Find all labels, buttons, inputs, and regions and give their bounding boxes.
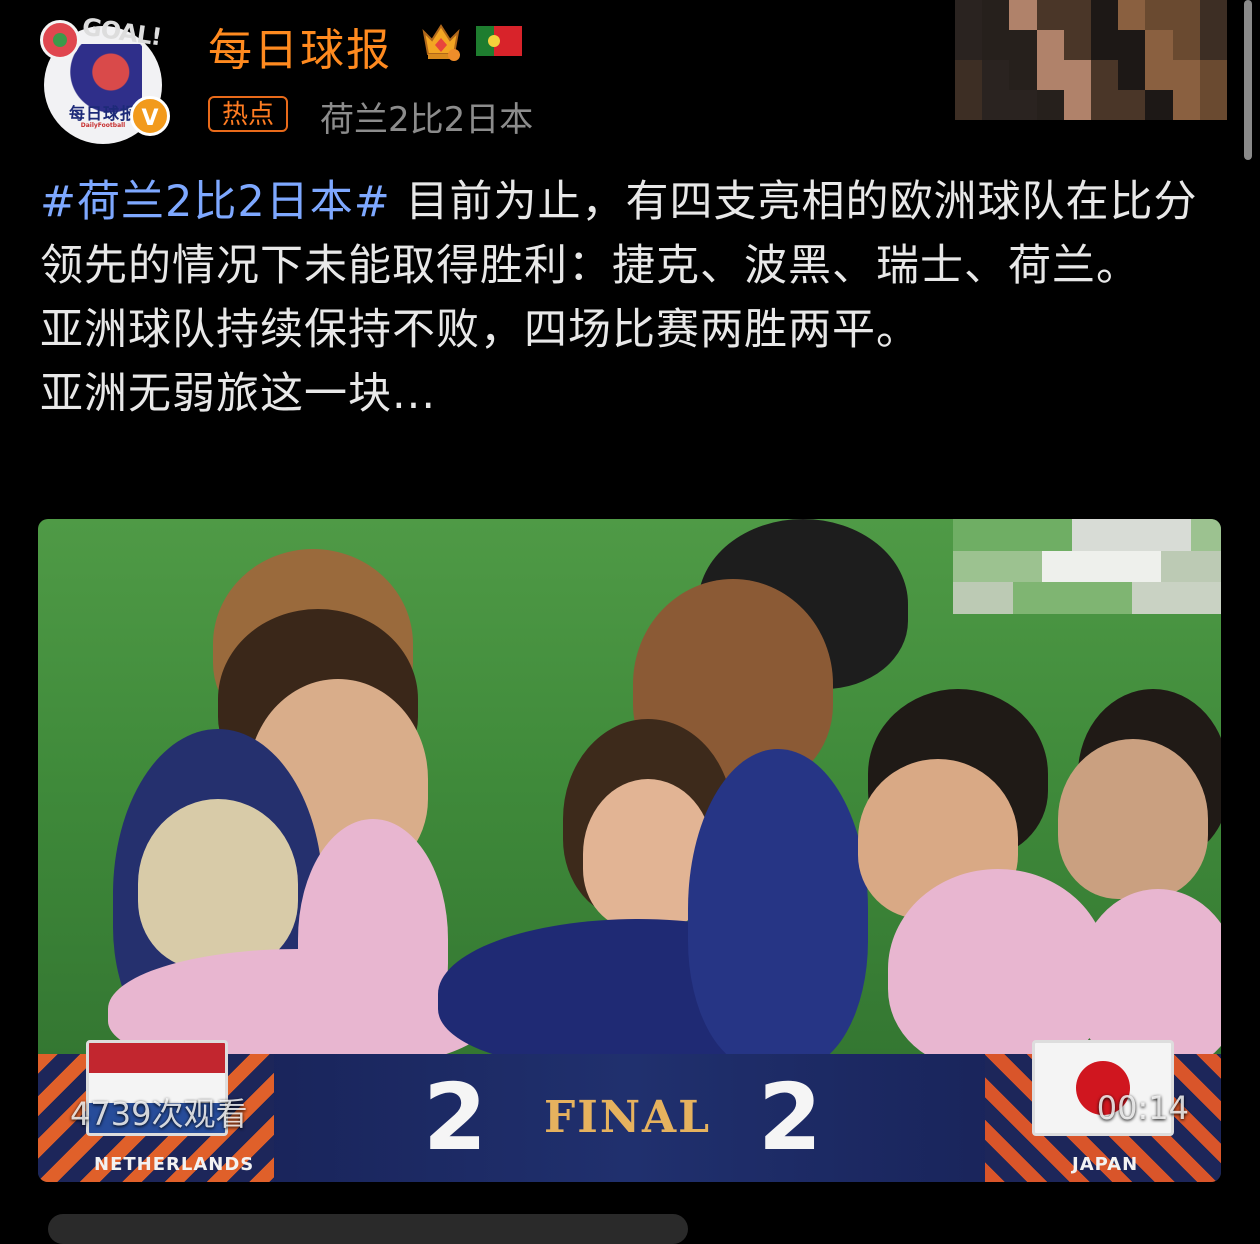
- blur-pixel: [1091, 30, 1119, 60]
- blur-pixel: [1042, 582, 1073, 614]
- blur-pixel: [1072, 582, 1102, 614]
- blur-pixel: [953, 582, 983, 614]
- blur-pixel: [1009, 30, 1037, 60]
- blur-pixel: [1199, 90, 1227, 120]
- blurred-region: [953, 519, 1221, 614]
- verified-v-icon: V: [130, 96, 170, 136]
- next-post-preview[interactable]: [48, 1214, 688, 1244]
- blur-pixel: [982, 0, 1010, 30]
- blur-pixel: [1172, 30, 1200, 60]
- player-figure: [1058, 739, 1208, 899]
- blur-pixel: [1036, 90, 1064, 120]
- blurred-region: [955, 0, 1227, 120]
- blur-pixel: [1199, 60, 1227, 90]
- post-paragraph-2: 亚洲球队持续保持不败，四场比赛两胜两平。: [40, 305, 920, 355]
- blur-pixel: [1191, 550, 1221, 583]
- match-status: FINAL: [544, 1092, 712, 1143]
- blur-pixel: [953, 550, 983, 583]
- blur-pixel: [1012, 550, 1043, 583]
- blur-pixel: [1161, 550, 1192, 583]
- blur-pixel: [1036, 0, 1064, 30]
- blur-pixel: [1091, 90, 1119, 120]
- blur-pixel: [1101, 550, 1132, 583]
- blur-pixel: [982, 550, 1013, 583]
- blur-pixel: [1063, 30, 1091, 60]
- blur-pixel: [982, 90, 1010, 120]
- blur-pixel: [1063, 90, 1091, 120]
- blur-pixel: [1199, 0, 1227, 30]
- blur-pixel: [1191, 519, 1221, 551]
- blur-pixel: [1063, 0, 1091, 30]
- scrollbar-thumb[interactable]: [1244, 0, 1252, 160]
- blur-pixel: [1009, 0, 1037, 30]
- blur-pixel: [1101, 582, 1132, 614]
- blur-pixel: [1161, 519, 1192, 551]
- account-avatar[interactable]: 每日球报 DailyFootball GOAL! V: [40, 13, 170, 144]
- blur-pixel: [1145, 30, 1173, 60]
- blur-pixel: [1161, 582, 1192, 614]
- blur-pixel: [982, 519, 1013, 551]
- blur-pixel: [982, 30, 1010, 60]
- blur-pixel: [1091, 0, 1119, 30]
- blur-pixel: [1042, 550, 1073, 583]
- blur-pixel: [1009, 90, 1037, 120]
- blur-pixel: [955, 90, 983, 120]
- blur-pixel: [1036, 30, 1064, 60]
- blur-pixel: [955, 0, 983, 30]
- blur-pixel: [1042, 519, 1073, 551]
- blur-pixel: [1145, 90, 1173, 120]
- blur-pixel: [1012, 519, 1043, 551]
- blur-pixel: [1145, 60, 1173, 90]
- blur-pixel: [1072, 550, 1102, 583]
- team-home-label: NETHERLANDS: [94, 1154, 255, 1175]
- blur-pixel: [1145, 0, 1173, 30]
- player-figure: [688, 749, 868, 1069]
- score-away: 2: [758, 1064, 823, 1171]
- blur-pixel: [1072, 519, 1102, 551]
- video-duration: 00:14: [1096, 1089, 1189, 1127]
- hashtag-link[interactable]: #荷兰2比2日本#: [40, 177, 391, 227]
- blur-pixel: [1172, 60, 1200, 90]
- flower-emblem-icon: [40, 20, 80, 60]
- blur-pixel: [1131, 582, 1162, 614]
- view-count: 4739次观看: [70, 1095, 248, 1133]
- account-name[interactable]: 每日球报: [208, 14, 392, 78]
- post-paragraph-1: #荷兰2比2日本# 目前为止，有四支亮相的欧洲球队在比分领先的情况下未能取得胜利…: [40, 170, 1230, 298]
- blur-pixel: [953, 519, 983, 551]
- blur-pixel: [1012, 582, 1043, 614]
- player-figure: [888, 869, 1108, 1069]
- player-figure: [138, 799, 298, 969]
- team-away-label: JAPAN: [1072, 1154, 1139, 1175]
- crown-badge-icon[interactable]: [418, 18, 464, 64]
- blur-pixel: [982, 60, 1010, 90]
- blur-pixel: [1118, 0, 1146, 30]
- blur-pixel: [955, 60, 983, 90]
- blur-pixel: [982, 582, 1013, 614]
- blur-pixel: [1118, 30, 1146, 60]
- blur-pixel: [955, 30, 983, 60]
- blur-pixel: [1101, 519, 1132, 551]
- score-home: 2: [423, 1064, 488, 1171]
- blur-pixel: [1172, 90, 1200, 120]
- hot-topic-badge[interactable]: 热点: [208, 96, 289, 132]
- video-player[interactable]: NETHERLANDS 2 FINAL 2 JAPAN 4739次观看 00:1…: [38, 519, 1221, 1182]
- post-body: #荷兰2比2日本# 目前为止，有四支亮相的欧洲球队在比分领先的情况下未能取得胜利…: [40, 170, 1230, 426]
- hot-topic-title[interactable]: 荷兰2比2日本: [320, 92, 533, 141]
- blur-pixel: [1091, 60, 1119, 90]
- blur-pixel: [1063, 60, 1091, 90]
- portugal-flag-icon: [476, 26, 522, 56]
- blur-pixel: [1036, 60, 1064, 90]
- post-paragraph-3: 亚洲无弱旅这一块...: [40, 369, 437, 419]
- blur-pixel: [1118, 60, 1146, 90]
- blur-pixel: [1172, 0, 1200, 30]
- blur-pixel: [1118, 90, 1146, 120]
- blur-pixel: [1191, 582, 1221, 614]
- blur-pixel: [1009, 60, 1037, 90]
- blur-pixel: [1131, 519, 1162, 551]
- blur-pixel: [1131, 550, 1162, 583]
- blur-pixel: [1199, 30, 1227, 60]
